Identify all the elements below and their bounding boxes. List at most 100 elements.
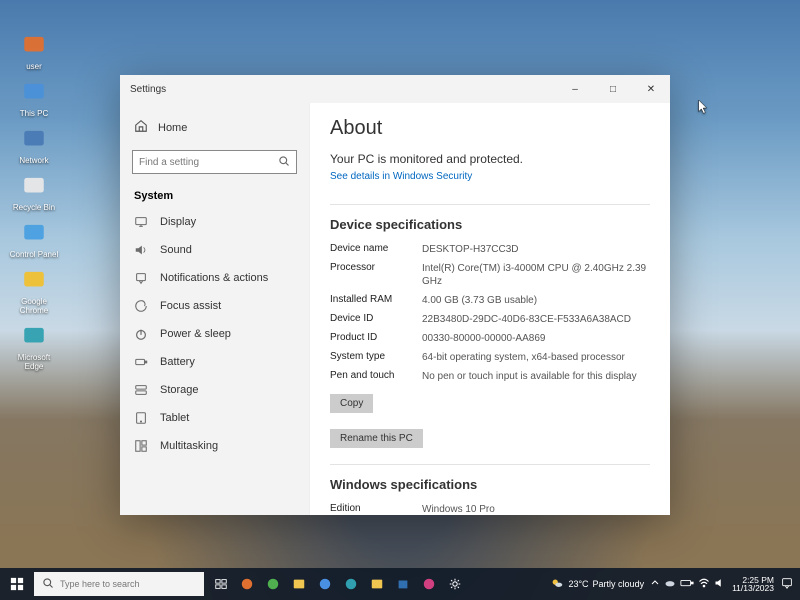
minimize-button[interactable]: –	[556, 75, 594, 103]
sidebar-item-battery[interactable]: Battery	[120, 348, 309, 376]
weather-widget[interactable]: 23°C Partly cloudy	[550, 576, 644, 592]
desktop-icon[interactable]: Google Chrome	[8, 265, 60, 315]
sidebar-item-label: Battery	[160, 356, 195, 368]
desktop-icon-glyph	[19, 265, 49, 295]
sidebar-item-power-sleep[interactable]: Power & sleep	[120, 320, 309, 348]
home-icon	[134, 119, 148, 136]
settings-sidebar: Home Find a setting System Display Sound N…	[120, 103, 310, 515]
sidebar-item-label: Notifications & actions	[160, 272, 268, 284]
desktop-icon-label: Network	[19, 156, 48, 165]
tray-onedrive-icon[interactable]	[664, 577, 676, 591]
desktop: user This PC Network Recycle Bin Control Pan…	[0, 0, 800, 600]
taskbar-explorer-icon[interactable]	[364, 568, 390, 600]
sidebar-item-label: Sound	[160, 244, 192, 256]
desktop-icon-label: user	[26, 62, 42, 71]
taskbar-search-placeholder: Type here to search	[60, 579, 140, 589]
taskbar-store-icon[interactable]	[390, 568, 416, 600]
copy-button[interactable]: Copy	[330, 394, 373, 413]
titlebar[interactable]: Settings – □ ✕	[120, 75, 670, 103]
tablet-icon	[134, 411, 148, 425]
taskbar-edge-icon[interactable]	[338, 568, 364, 600]
taskbar-app-1[interactable]	[234, 568, 260, 600]
page-title: About	[330, 117, 650, 140]
storage-icon	[134, 383, 148, 397]
mouse-cursor	[698, 100, 710, 121]
tray-volume-icon[interactable]	[714, 577, 726, 591]
spec-key: Device name	[330, 243, 414, 256]
sidebar-item-label: Storage	[160, 384, 199, 396]
spec-value: Intel(R) Core(TM) i3-4000M CPU @ 2.40GHz…	[422, 262, 650, 288]
search-input[interactable]: Find a setting	[132, 150, 297, 174]
security-link[interactable]: See details in Windows Security	[330, 171, 472, 182]
sidebar-item-display[interactable]: Display	[120, 208, 309, 236]
about-panel: About Your PC is monitored and protected…	[310, 103, 670, 515]
desktop-icon-glyph	[19, 218, 49, 248]
spec-value: 22B3480D-29DC-40D6-83CE-F533A6A38ACD	[422, 313, 650, 326]
desktop-icon[interactable]: Control Panel	[8, 218, 60, 259]
taskbar-app-5[interactable]	[416, 568, 442, 600]
search-placeholder: Find a setting	[139, 157, 199, 168]
spec-row: Device ID22B3480D-29DC-40D6-83CE-F533A6A…	[330, 310, 650, 329]
desktop-icon-glyph	[19, 30, 49, 60]
clock[interactable]: 2:25 PM 11/13/2023	[732, 576, 774, 593]
settings-window: Settings – □ ✕ Home Find a setting	[120, 75, 670, 515]
sound-icon	[134, 243, 148, 257]
window-title: Settings	[120, 84, 556, 95]
spec-key: System type	[330, 351, 414, 364]
sidebar-item-notifications-actions[interactable]: Notifications & actions	[120, 264, 309, 292]
sidebar-item-sound[interactable]: Sound	[120, 236, 309, 264]
spec-value: 64-bit operating system, x64-based proce…	[422, 351, 650, 364]
notifications-icon	[134, 271, 148, 285]
weather-temp: 23°C	[568, 579, 588, 589]
spec-row: Installed RAM 4.00 GB (3.73 GB usable)	[330, 291, 650, 310]
tray-chevron-icon[interactable]	[650, 578, 660, 590]
spec-value: 4.00 GB (3.73 GB usable)	[422, 294, 650, 307]
clock-date: 11/13/2023	[732, 584, 774, 593]
spec-value: No pen or touch input is available for t…	[422, 370, 650, 383]
spec-value: Windows 10 Pro	[422, 503, 650, 515]
category-title: System	[120, 182, 309, 208]
sidebar-item-multitasking[interactable]: Multitasking	[120, 432, 309, 460]
desktop-icons: user This PC Network Recycle Bin Control Pan…	[8, 30, 60, 371]
search-icon	[42, 577, 54, 591]
sidebar-item-focus-assist[interactable]: Focus assist	[120, 292, 309, 320]
taskbar-app-4[interactable]	[312, 568, 338, 600]
tray-battery-icon[interactable]	[680, 578, 694, 590]
close-button[interactable]: ✕	[632, 75, 670, 103]
maximize-button[interactable]: □	[594, 75, 632, 103]
spec-key: Processor	[330, 262, 414, 288]
display-icon	[134, 215, 148, 229]
spec-key: Installed RAM	[330, 294, 414, 307]
device-spec-title: Device specifications	[330, 217, 650, 232]
desktop-icon[interactable]: user	[8, 30, 60, 71]
sidebar-item-tablet[interactable]: Tablet	[120, 404, 309, 432]
desktop-icon-glyph	[19, 124, 49, 154]
task-view-icon[interactable]	[208, 568, 234, 600]
taskbar-app-2[interactable]	[260, 568, 286, 600]
taskbar-settings-icon[interactable]	[442, 568, 468, 600]
spec-row: System type 64-bit operating system, x64-…	[330, 348, 650, 367]
start-button[interactable]	[0, 568, 34, 600]
spec-key: Pen and touch	[330, 370, 414, 383]
desktop-icon[interactable]: This PC	[8, 77, 60, 118]
battery-icon	[134, 355, 148, 369]
spec-key: Edition	[330, 503, 414, 515]
power-icon	[134, 327, 148, 341]
desktop-icon[interactable]: Recycle Bin	[8, 171, 60, 212]
windows-spec-title: Windows specifications	[330, 477, 650, 492]
tray-wifi-icon[interactable]	[698, 577, 710, 591]
spec-row: Pen and touch No pen or touch input is av…	[330, 367, 650, 386]
spec-row: Product ID00330-80000-00000-AA869	[330, 329, 650, 348]
desktop-icon[interactable]: Microsoft Edge	[8, 321, 60, 371]
desktop-icon-glyph	[19, 171, 49, 201]
home-link[interactable]: Home	[120, 113, 309, 142]
sidebar-item-label: Power & sleep	[160, 328, 231, 340]
rename-button[interactable]: Rename this PC	[330, 429, 423, 448]
sidebar-item-storage[interactable]: Storage	[120, 376, 309, 404]
taskbar-search[interactable]: Type here to search	[34, 572, 204, 596]
taskbar-app-3[interactable]	[286, 568, 312, 600]
notifications-icon[interactable]	[780, 576, 794, 592]
desktop-icon-label: Recycle Bin	[13, 203, 55, 212]
desktop-icon[interactable]: Network	[8, 124, 60, 165]
spec-row: Device nameDESKTOP-H37CC3D	[330, 240, 650, 259]
